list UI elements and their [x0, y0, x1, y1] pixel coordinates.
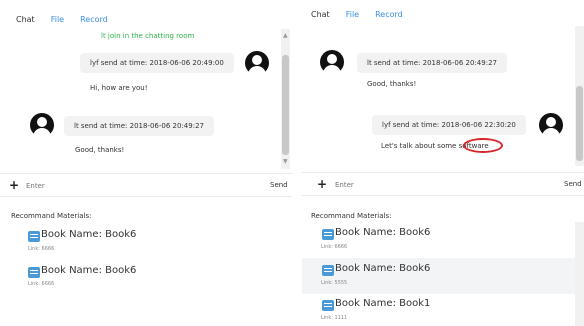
tab-bar: Chat File Record [16, 15, 124, 24]
tab-file[interactable]: File [346, 10, 359, 19]
book-link[interactable]: Link: 6666 [28, 246, 54, 252]
book-name: Book Name: Book1 [335, 298, 431, 309]
message-input[interactable] [335, 178, 535, 192]
message-header: lt send at time: 2018-06-06 20:49:27 [357, 53, 507, 73]
scroll-up-arrow-icon[interactable]: ▲ [283, 33, 288, 39]
book-name: Book Name: Book6 [41, 265, 137, 276]
add-attachment-icon[interactable]: + [317, 177, 327, 191]
right-chat-panel: Chat File Record lt send at time: 2018-0… [302, 0, 584, 326]
chat-scrollbar[interactable] [575, 26, 584, 166]
message-header: lyf send at time: 2018-06-06 22:30:20 [372, 115, 526, 135]
user-avatar-icon [320, 50, 344, 74]
tab-chat[interactable]: Chat [16, 15, 35, 24]
book-name: Book Name: Book6 [41, 229, 137, 240]
system-join-message: lt join in the chatting room [101, 32, 195, 40]
message-text: Good, thanks! [367, 80, 417, 88]
material-item[interactable]: Book Name: Book6 Link: 6666 [302, 222, 584, 258]
message-header: lt send at time: 2018-06-06 20:49:27 [64, 116, 214, 136]
tab-record[interactable]: Record [375, 10, 403, 19]
message-header: lyf send at time: 2018-06-06 20:49:00 [80, 53, 234, 73]
message-input-row: + Send [302, 172, 584, 196]
book-link[interactable]: Link: 6666 [321, 244, 347, 250]
tab-record[interactable]: Record [80, 15, 108, 24]
send-button[interactable]: Send [270, 181, 288, 189]
book-name: Book Name: Book6 [335, 263, 431, 274]
message-text: Good, thanks! [75, 146, 125, 154]
book-link[interactable]: Link: 1111 [321, 315, 347, 321]
material-item[interactable]: Book Name: Book1 Link: 1111 [302, 294, 584, 326]
book-icon [28, 231, 40, 242]
book-icon [322, 300, 334, 311]
book-name: Book Name: Book6 [335, 227, 431, 238]
book-icon [322, 265, 334, 276]
tab-file[interactable]: File [51, 15, 64, 24]
chat-messages-area[interactable]: lt join in the chatting room lyf send at… [0, 29, 292, 169]
material-item[interactable]: Book Name: Book6 Link: 5555 [302, 258, 584, 294]
add-attachment-icon[interactable]: + [9, 178, 19, 192]
user-avatar-icon [30, 113, 54, 137]
scroll-thumb[interactable] [282, 55, 289, 155]
book-icon [322, 229, 334, 240]
chat-messages-area[interactable]: lt send at time: 2018-06-06 20:49:27 Goo… [302, 26, 584, 166]
scroll-down-arrow-icon[interactable]: ▼ [283, 159, 288, 165]
materials-scrollbar[interactable] [575, 222, 584, 326]
message-input[interactable] [26, 179, 226, 193]
material-item[interactable]: Book Name: Book6 Link: 6666 [0, 224, 292, 260]
annotation-circle [463, 138, 503, 153]
materials-title: Recommand Materials: [11, 212, 92, 220]
send-button[interactable]: Send [564, 180, 582, 188]
left-chat-panel: Chat File Record lt join in the chatting… [0, 0, 292, 326]
tab-bar: Chat File Record [311, 10, 419, 19]
material-item[interactable]: Book Name: Book6 Link: 6666 [0, 260, 292, 296]
tab-chat[interactable]: Chat [311, 10, 330, 19]
message-input-row: + Send [0, 173, 292, 197]
book-icon [28, 267, 40, 278]
message-text: Hi, how are you! [90, 84, 148, 92]
book-link[interactable]: Link: 5555 [321, 280, 347, 286]
book-link[interactable]: Link: 6666 [28, 281, 54, 287]
user-avatar-icon [539, 113, 563, 137]
chat-scrollbar[interactable]: ▲ ▼ [281, 29, 290, 169]
scroll-thumb[interactable] [576, 86, 583, 161]
materials-title: Recommand Materials: [311, 212, 392, 220]
user-avatar-icon [245, 51, 269, 75]
